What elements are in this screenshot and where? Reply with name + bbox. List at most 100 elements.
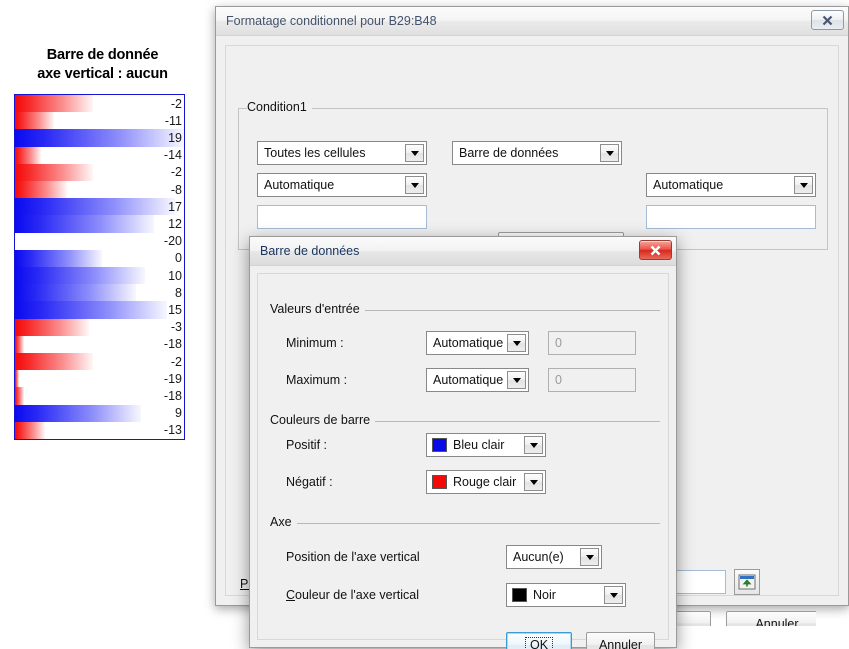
axis-position-combo[interactable]: Aucun(e) (506, 545, 602, 569)
child-dialog-title: Barre de données (260, 244, 360, 258)
data-bar-value: 12 (168, 217, 182, 232)
axis-position-arrow[interactable] (580, 548, 599, 566)
data-bar-row: 0 (15, 249, 184, 268)
axis-color-value: Noir (533, 588, 556, 602)
shrink-range-icon (738, 574, 756, 590)
data-bar-value: -20 (163, 234, 182, 249)
child-ok-button[interactable]: OK (506, 632, 572, 649)
data-bar-fill (15, 353, 93, 371)
left-format-combo-arrow[interactable] (405, 176, 424, 194)
positive-label: Positif : (286, 438, 327, 452)
minimum-mode-combo[interactable]: Automatique (426, 331, 529, 355)
left-preview-field[interactable] (257, 205, 427, 229)
child-dialog-titlebar[interactable]: Barre de données (250, 237, 676, 266)
maximum-mode-combo[interactable]: Automatique (426, 368, 529, 392)
parent-dialog-titlebar[interactable]: Formatage conditionnel pour B29:B48 (216, 7, 848, 36)
child-cancel-button[interactable]: Annuler (586, 632, 655, 649)
right-format-combo-value: Automatique (653, 178, 724, 192)
positive-color-combo[interactable]: Bleu clair (426, 433, 546, 457)
data-bar-value: 0 (175, 251, 182, 266)
data-bar-fill (15, 404, 141, 422)
data-bar-fill (15, 335, 24, 354)
axis-color-arrow[interactable] (604, 586, 623, 604)
minimum-value-field[interactable]: 0 (548, 331, 636, 355)
shrink-range-button[interactable] (734, 569, 760, 595)
maximum-mode-arrow[interactable] (507, 371, 526, 389)
preview-title-line2: axe vertical : aucun (37, 66, 168, 82)
maximum-mode-value: Automatique (433, 373, 504, 387)
chevron-down-icon (585, 554, 594, 560)
negative-color-swatch (432, 475, 447, 489)
child-ok-label: OK (524, 636, 554, 649)
chevron-down-icon (410, 150, 419, 156)
data-bar-row: -8 (15, 181, 184, 199)
close-icon (822, 15, 833, 25)
data-bar-value: -18 (163, 337, 182, 352)
data-bar-fill (15, 215, 154, 233)
chevron-down-icon (609, 592, 618, 598)
chevron-down-icon (799, 182, 808, 188)
input-values-label: Valeurs d'entrée (270, 302, 365, 316)
style-combo-value: Barre de données (459, 146, 559, 160)
axis-label: Axe (270, 515, 297, 529)
data-bar-row: 19 (15, 129, 184, 147)
maximum-value-field[interactable]: 0 (548, 368, 636, 392)
data-bar-row: -3 (15, 318, 184, 336)
data-bar-value: -11 (164, 113, 182, 128)
style-combo-arrow[interactable] (600, 144, 619, 162)
chevron-down-icon (512, 377, 521, 383)
parent-dialog-title: Formatage conditionnel pour B29:B48 (226, 14, 437, 28)
parent-cancel-button[interactable]: Annuler (726, 611, 816, 626)
negative-label: Négatif : (286, 475, 333, 489)
positive-color-swatch (432, 438, 447, 452)
data-bar-row: -20 (15, 232, 184, 250)
left-format-combo-value: Automatique (264, 178, 335, 192)
data-bar-value: -2 (170, 354, 182, 369)
data-bar-chart: -2 -11 19 -14 -2 -8 17 12 -20 0 10 8 15 -3 -18 -2 -19 -18… (14, 94, 185, 440)
right-format-combo-arrow[interactable] (794, 176, 813, 194)
scope-combo[interactable]: Toutes les cellules (257, 141, 427, 165)
data-bar-value: -13 (163, 423, 182, 438)
data-bar-row: -11 (15, 112, 184, 130)
condition1-label: Condition1 (247, 100, 312, 114)
data-bar-fill (15, 95, 93, 113)
parent-close-button[interactable] (811, 10, 844, 30)
chevron-down-icon (605, 150, 614, 156)
data-bar-fill (15, 318, 89, 336)
child-close-button[interactable] (639, 240, 672, 260)
data-bar-dialog: Barre de données Valeurs d'entrée Minimu… (249, 236, 677, 649)
style-combo[interactable]: Barre de données (452, 141, 622, 165)
child-dialog-body: Valeurs d'entrée Minimum : Automatique 0… (250, 266, 676, 649)
bar-colors-label: Couleurs de barre (270, 413, 376, 427)
data-bar-value: 17 (168, 199, 182, 214)
negative-color-arrow[interactable] (524, 473, 543, 491)
right-format-combo[interactable]: Automatique (646, 173, 816, 197)
data-bar-fill (15, 112, 54, 130)
data-bar-value: -14 (163, 148, 182, 163)
data-bar-fill (15, 249, 102, 268)
data-bar-row: 10 (15, 267, 184, 285)
child-content-panel: Valeurs d'entrée Minimum : Automatique 0… (257, 273, 669, 649)
data-bar-value: 10 (168, 268, 182, 283)
minimum-mode-arrow[interactable] (507, 334, 526, 352)
chevron-down-icon (529, 479, 538, 485)
data-bar-row: 17 (15, 198, 184, 216)
data-bar-preview-panel: Barre de donnée axe vertical : aucun -2 -… (0, 0, 205, 460)
minimum-label: Minimum : (286, 336, 344, 350)
positive-color-arrow[interactable] (524, 436, 543, 454)
data-bar-value: -3 (170, 320, 182, 335)
axis-color-combo[interactable]: Noir (506, 583, 626, 607)
preview-title-line1: Barre de donnée (46, 47, 159, 63)
data-bar-fill (15, 370, 20, 388)
data-bar-row: 15 (15, 301, 184, 319)
data-bar-value: -19 (163, 371, 182, 386)
data-bar-fill (15, 146, 41, 164)
minimum-mode-value: Automatique (433, 336, 504, 350)
negative-color-combo[interactable]: Rouge clair (426, 470, 546, 494)
right-preview-field[interactable] (646, 205, 816, 229)
data-bar-row: -19 (15, 370, 184, 388)
left-format-combo[interactable]: Automatique (257, 173, 427, 197)
scope-combo-arrow[interactable] (405, 144, 424, 162)
bar-colors-groupbox: Couleurs de barre (270, 413, 660, 427)
axis-position-label: Position de l'axe vertical (286, 550, 420, 564)
